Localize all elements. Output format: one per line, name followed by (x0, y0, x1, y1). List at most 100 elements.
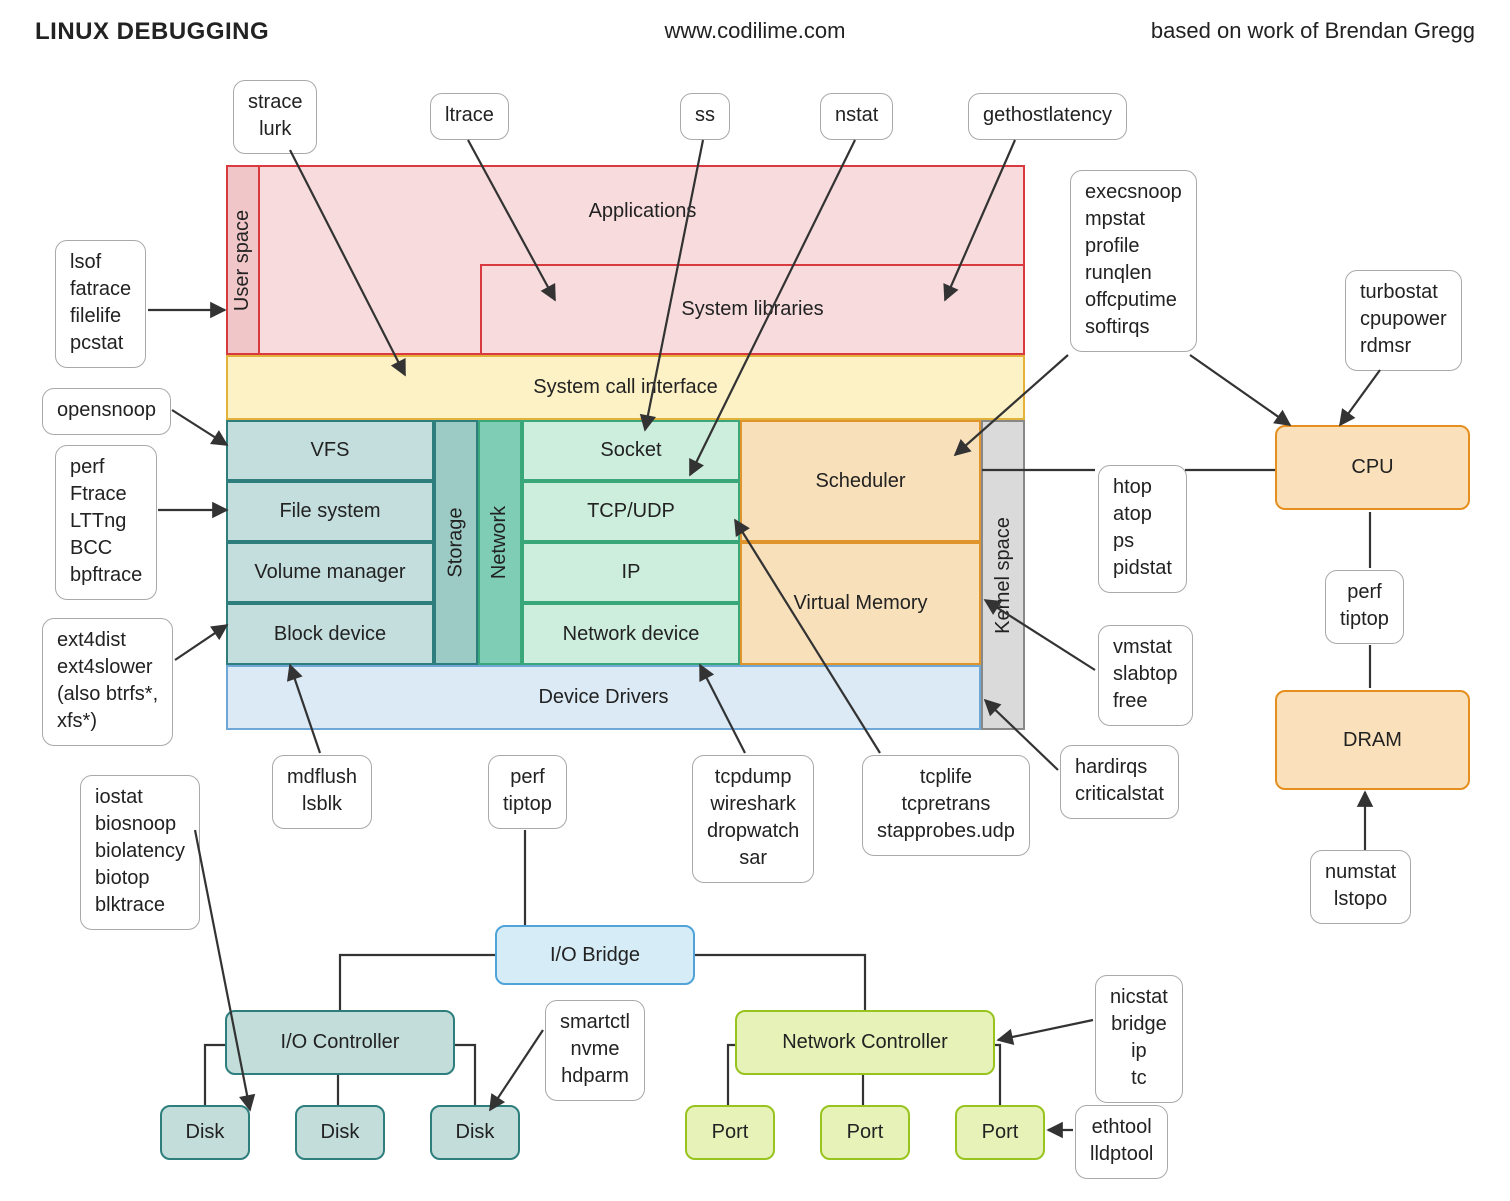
hw-port-1: Port (685, 1105, 775, 1160)
tool-line: strace (248, 89, 302, 116)
tool-line: softirqs (1085, 314, 1182, 341)
tool-line: lurk (248, 116, 302, 143)
tool-line: ext4dist (57, 627, 158, 654)
hw-io-controller: I/O Controller (225, 1010, 455, 1075)
layer-system-call-interface: System call interface (226, 355, 1025, 420)
tool-line: lstopo (1325, 886, 1396, 913)
tool-line: free (1113, 688, 1178, 715)
tool-line: bridge (1110, 1011, 1168, 1038)
tool-line: biotop (95, 865, 185, 892)
tool-perf-tiptop-right: perftiptop (1325, 570, 1404, 644)
tool-line: dropwatch (707, 818, 799, 845)
tool-line: htop (1113, 474, 1172, 501)
tool-line: hdparm (560, 1063, 630, 1090)
tool-line: ps (1113, 528, 1172, 555)
hw-disk-1: Disk (160, 1105, 250, 1160)
hw-network-controller: Network Controller (735, 1010, 995, 1075)
tool-nstat: nstat (820, 93, 893, 140)
credit-text: based on work of Brendan Gregg (1151, 18, 1475, 44)
tool-line: ext4slower (57, 654, 158, 681)
network-ip: IP (522, 542, 740, 603)
tool-line: rdmsr (1360, 333, 1447, 360)
tool-line: ethtool (1090, 1114, 1153, 1141)
tool-line: lldptool (1090, 1141, 1153, 1168)
tool-line: xfs*) (57, 708, 158, 735)
tool-line: fatrace (70, 276, 131, 303)
tool-numstat-group: numstatlstopo (1310, 850, 1411, 924)
tool-line: pcstat (70, 330, 131, 357)
tool-execsnoop-group: execsnoopmpstatprofilerunqlenoffcputimes… (1070, 170, 1197, 352)
tool-line: biosnoop (95, 811, 185, 838)
tool-line: atop (1113, 501, 1172, 528)
tool-line: ltrace (445, 102, 494, 129)
tool-hardirqs-group: hardirqscriticalstat (1060, 745, 1179, 819)
tool-line: criticalstat (1075, 781, 1164, 808)
tool-ethtool-group: ethtoollldptool (1075, 1105, 1168, 1179)
tool-tcpdump-group: tcpdumpwiresharkdropwatchsar (692, 755, 814, 883)
tool-line: tiptop (1340, 606, 1389, 633)
storage-vfs: VFS (226, 420, 434, 481)
tool-line: blktrace (95, 892, 185, 919)
tool-line: tiptop (503, 791, 552, 818)
tool-line: LTTng (70, 508, 142, 535)
tool-line: smartctl (560, 1009, 630, 1036)
tool-line: perf (503, 764, 552, 791)
tool-line: ip (1110, 1038, 1168, 1065)
tool-iostat-group: iostatbiosnoopbiolatencybiotopblktrace (80, 775, 200, 930)
tool-line: filelife (70, 303, 131, 330)
hw-disk-2: Disk (295, 1105, 385, 1160)
tool-line: nstat (835, 102, 878, 129)
tool-perf-tiptop: perftiptop (488, 755, 567, 829)
tool-line: opensnoop (57, 397, 156, 424)
tool-vmstat-group: vmstatslabtopfree (1098, 625, 1193, 726)
storage-column-label: Storage (434, 420, 478, 665)
tool-lsof-group: lsoffatracefilelifepcstat (55, 240, 146, 368)
tool-line: nicstat (1110, 984, 1168, 1011)
tool-line: iostat (95, 784, 185, 811)
network-tcp-udp: TCP/UDP (522, 481, 740, 542)
storage-file-system: File system (226, 481, 434, 542)
tool-line: pidstat (1113, 555, 1172, 582)
tool-turbostat-group: turbostatcpupowerrdmsr (1345, 270, 1462, 371)
tool-line: offcputime (1085, 287, 1182, 314)
region-user-space-label: User space (226, 165, 260, 355)
tool-perf-ftrace-group: perfFtraceLTTngBCCbpftrace (55, 445, 157, 600)
tool-line: hardirqs (1075, 754, 1164, 781)
tool-opensnoop: opensnoop (42, 388, 171, 435)
tool-line: runqlen (1085, 260, 1182, 287)
region-kernel-space-label: Kernel space (981, 420, 1025, 730)
tool-line: lsof (70, 249, 131, 276)
tool-mdflush-group: mdflushlsblk (272, 755, 372, 829)
tool-line: numstat (1325, 859, 1396, 886)
tool-ss: ss (680, 93, 730, 140)
hw-io-bridge: I/O Bridge (495, 925, 695, 985)
tool-htop-group: htopatoppspidstat (1098, 465, 1187, 593)
layer-device-drivers: Device Drivers (226, 665, 981, 730)
tool-line: profile (1085, 233, 1182, 260)
hw-dram: DRAM (1275, 690, 1470, 790)
tool-line: BCC (70, 535, 142, 562)
tool-ext4-group: ext4distext4slower(also btrfs*,xfs*) (42, 618, 173, 746)
storage-volume-manager: Volume manager (226, 542, 434, 603)
kernel-scheduler: Scheduler (740, 420, 981, 542)
tool-line: wireshark (707, 791, 799, 818)
tool-line: lsblk (287, 791, 357, 818)
tool-line: nvme (560, 1036, 630, 1063)
tool-line: mdflush (287, 764, 357, 791)
tool-smartctl-group: smartctlnvmehdparm (545, 1000, 645, 1101)
network-column-label: Network (478, 420, 522, 665)
hw-cpu: CPU (1275, 425, 1470, 510)
tool-tcplife-group: tcplifetcpretransstapprobes.udp (862, 755, 1030, 856)
tool-line: (also btrfs*, (57, 681, 158, 708)
hw-port-2: Port (820, 1105, 910, 1160)
tool-line: cpupower (1360, 306, 1447, 333)
tool-line: slabtop (1113, 661, 1178, 688)
tool-line: execsnoop (1085, 179, 1182, 206)
kernel-virtual-memory: Virtual Memory (740, 542, 981, 665)
tool-line: gethostlatency (983, 102, 1112, 129)
diagram-canvas: LINUX DEBUGGING www.codilime.com based o… (0, 0, 1510, 1201)
tool-gethostlatency: gethostlatency (968, 93, 1127, 140)
layer-applications: Applications (260, 165, 1025, 257)
tool-line: mpstat (1085, 206, 1182, 233)
tool-line: sar (707, 845, 799, 872)
